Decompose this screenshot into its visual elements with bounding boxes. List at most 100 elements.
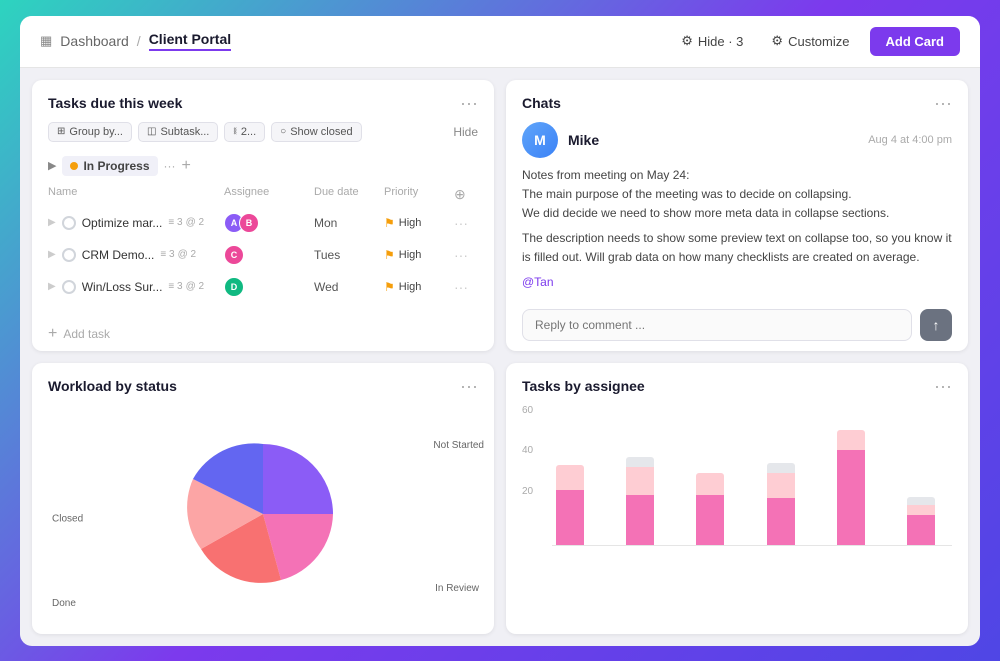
bar-stack[interactable] xyxy=(556,465,584,545)
bar-stack[interactable] xyxy=(837,430,865,545)
workload-pie-chart xyxy=(173,434,353,594)
bars-area xyxy=(539,405,952,545)
priority-badge: ⚑ High xyxy=(384,248,454,262)
tasks-card-menu-button[interactable]: ··· xyxy=(460,94,478,112)
chat-body: Notes from meeting on May 24: The main p… xyxy=(522,166,952,293)
chat-line-4: The description needs to show some previ… xyxy=(522,229,952,267)
bar-group xyxy=(539,465,601,545)
chats-card-menu-button[interactable]: ··· xyxy=(934,94,952,112)
chat-line-2: The main purpose of the meeting was to d… xyxy=(522,185,952,204)
priority-flag-icon: ⚑ xyxy=(384,280,395,294)
not-started-label: Not Started xyxy=(433,440,484,451)
priority-badge: ⚑ High xyxy=(384,216,454,230)
bar-segment-bottom xyxy=(626,495,654,545)
task-meta: ≡ 3 @ 2 xyxy=(168,281,204,292)
tasks-hide-button[interactable]: Hide xyxy=(453,125,478,139)
workload-chart-container: Closed Done Not Started In Review xyxy=(32,405,494,634)
bar-stack[interactable] xyxy=(696,473,724,545)
task-more-button[interactable]: ··· xyxy=(454,215,478,231)
task-name-cell: ▶ Win/Loss Sur... ≡ 3 @ 2 xyxy=(48,280,224,294)
priority-label: High xyxy=(399,217,422,229)
chats-card-title: Chats xyxy=(522,95,561,111)
bar-group xyxy=(820,430,882,545)
y-axis: 60 40 20 xyxy=(522,405,533,545)
workload-card-menu-button[interactable]: ··· xyxy=(460,377,478,395)
priority-badge: ⚑ High xyxy=(384,280,454,294)
tasks-card-title: Tasks due this week xyxy=(48,95,182,111)
closed-icon: ○ xyxy=(280,126,286,137)
bar-segment-bottom xyxy=(907,515,935,545)
avatar: B xyxy=(239,213,259,233)
task-assignee: A B xyxy=(224,213,314,233)
bar-chart: 60 40 20 xyxy=(506,405,968,634)
tasks-card: Tasks due this week ··· ⊞ Group by... ◫ … xyxy=(32,80,494,351)
bar-group xyxy=(890,497,952,545)
assignee-card-header: Tasks by assignee ··· xyxy=(506,363,968,405)
task-name-cell: ▶ CRM Demo... ≡ 3 @ 2 xyxy=(48,248,224,262)
assignee-card-menu-button[interactable]: ··· xyxy=(934,377,952,395)
subtask-chip[interactable]: ◫ Subtask... xyxy=(138,122,218,142)
bar-segment-bottom xyxy=(556,490,584,545)
task-more-button[interactable]: ··· xyxy=(454,279,478,295)
filter-row: ⊞ Group by... ◫ Subtask... ⧛ 2... ○ Show… xyxy=(32,122,494,152)
avatar-initials: M xyxy=(534,132,546,148)
bar-segment-top xyxy=(767,463,795,473)
bar-stack[interactable] xyxy=(626,457,654,545)
customize-button[interactable]: ⚙ Customize xyxy=(763,29,857,53)
add-card-button[interactable]: Add Card xyxy=(870,27,961,56)
add-task-label: Add task xyxy=(63,327,110,341)
content-grid: Tasks due this week ··· ⊞ Group by... ◫ … xyxy=(20,68,980,646)
status-label: In Progress xyxy=(83,159,149,173)
group-by-chip[interactable]: ⊞ Group by... xyxy=(48,122,132,142)
bar-segment-bottom xyxy=(837,450,865,545)
in-review-label: In Review xyxy=(435,583,479,594)
add-col-icon[interactable]: ⊕ xyxy=(454,186,466,202)
assignee-col-header: Assignee xyxy=(224,186,314,203)
priority-label: High xyxy=(399,281,422,293)
status-more: ··· xyxy=(164,159,176,173)
current-page-title: Client Portal xyxy=(149,31,231,51)
add-task-row[interactable]: + Add task xyxy=(32,317,494,351)
y-label-20: 20 xyxy=(522,486,533,497)
dashboard-link[interactable]: Dashboard xyxy=(60,33,129,49)
customize-label: Customize xyxy=(788,34,849,49)
assignee-card-title: Tasks by assignee xyxy=(522,378,645,394)
bar-stack[interactable] xyxy=(907,497,935,545)
table-row[interactable]: ▶ Optimize mar... ≡ 3 @ 2 A B Mon xyxy=(40,207,486,239)
task-circle xyxy=(62,248,76,262)
bar-group xyxy=(750,463,812,545)
task-meta: ≡ 3 @ 2 xyxy=(168,217,204,228)
bar-segment-top xyxy=(907,497,935,505)
header: ▦ Dashboard / Client Portal ⚙ Hide · 3 ⚙… xyxy=(20,16,980,68)
filter-2-chip[interactable]: ⧛ 2... xyxy=(224,122,265,142)
task-expand-icon[interactable]: ▶ xyxy=(48,217,56,228)
filter-icon: ⧛ xyxy=(233,126,237,137)
bar-segment-mid xyxy=(907,505,935,515)
add-task-plus-icon: + xyxy=(48,325,57,343)
chat-mention[interactable]: @Tan xyxy=(522,275,554,289)
task-label: Optimize mar... xyxy=(82,216,163,230)
table-row[interactable]: ▶ Win/Loss Sur... ≡ 3 @ 2 D Wed ⚑ xyxy=(40,271,486,303)
task-more-button[interactable]: ··· xyxy=(454,247,478,263)
show-closed-chip[interactable]: ○ Show closed xyxy=(271,122,361,142)
hide-button[interactable]: ⚙ Hide · 3 xyxy=(673,29,751,53)
task-expand-icon[interactable]: ▶ xyxy=(48,281,56,292)
task-expand-icon[interactable]: ▶ xyxy=(48,249,56,260)
name-col-header: Name xyxy=(48,186,224,203)
chat-reply-row: ↑ xyxy=(522,309,952,341)
status-add-button[interactable]: + xyxy=(182,157,191,175)
group-by-label: Group by... xyxy=(69,126,123,138)
reply-input[interactable] xyxy=(522,309,912,341)
table-row[interactable]: ▶ CRM Demo... ≡ 3 @ 2 C Tues ⚑ xyxy=(40,239,486,271)
status-dot xyxy=(70,162,78,170)
show-closed-label: Show closed xyxy=(290,126,352,138)
send-button[interactable]: ↑ xyxy=(920,309,952,341)
subtask-icon: ◫ xyxy=(147,126,156,137)
send-icon: ↑ xyxy=(933,317,940,333)
expand-button[interactable]: ▶ xyxy=(48,159,56,172)
chats-card: Chats ··· M Mike Aug 4 at 4:00 pm Notes … xyxy=(506,80,968,351)
bar-group xyxy=(679,473,741,545)
bar-stack[interactable] xyxy=(767,463,795,545)
y-label-60: 60 xyxy=(522,405,533,416)
main-container: ▦ Dashboard / Client Portal ⚙ Hide · 3 ⚙… xyxy=(20,16,980,646)
